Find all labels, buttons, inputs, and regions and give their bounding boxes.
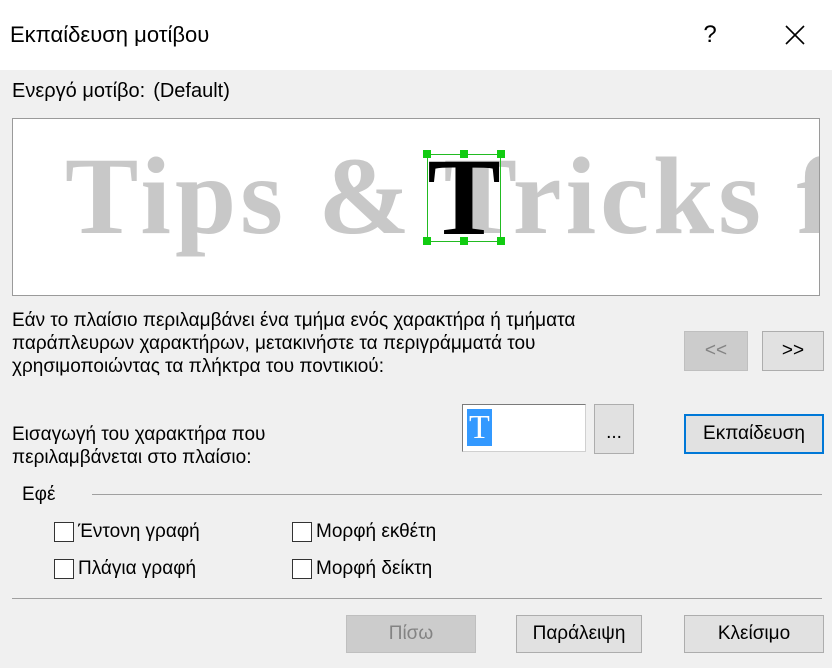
next-button[interactable]: >>	[762, 331, 824, 371]
resize-handle[interactable]	[423, 150, 431, 158]
checkbox-box[interactable]	[292, 522, 312, 542]
resize-handle[interactable]	[460, 150, 468, 158]
active-pattern: Ενεργό μοτίβο: (Default)	[12, 80, 230, 103]
browse-characters-button[interactable]: ...	[594, 404, 634, 454]
help-button[interactable]: ?	[688, 10, 732, 60]
close-icon	[785, 25, 805, 45]
char-entry-label-line2: περιλαμβάνεται στο πλαίσιο:	[12, 447, 252, 468]
subscript-checkbox-label: Μορφή δείκτη	[316, 558, 433, 579]
resize-handle[interactable]	[460, 237, 468, 245]
italic-checkbox-label: Πλάγια γραφή	[78, 558, 197, 579]
resize-handle[interactable]	[497, 150, 505, 158]
char-entry-label: Εισαγωγή του χαρακτήρα που περιλαμβάνετα…	[12, 423, 265, 469]
superscript-checkbox-label: Μορφή εκθέτη	[316, 521, 437, 542]
instructions-text: Εάν το πλαίσιο περιλαμβάνει ένα τμήμα εν…	[12, 310, 576, 377]
char-entry-label-line1: Εισαγωγή του χαρακτήρα που	[12, 424, 266, 445]
pattern-preview[interactable]: Tips & Tricks fo T	[12, 118, 820, 296]
pattern-training-dialog: Εκπαίδευση μοτίβου ? Ενεργό μοτίβο: (Defa…	[0, 0, 832, 668]
character-input-value: T	[467, 409, 492, 446]
italic-checkbox[interactable]: Πλάγια γραφή	[54, 558, 196, 580]
bold-checkbox-label: Έντονη γραφή	[78, 521, 200, 542]
subscript-checkbox[interactable]: Μορφή δείκτη	[292, 558, 432, 580]
skip-button[interactable]: Παράλειψη	[516, 615, 642, 653]
back-button[interactable]: Πίσω	[346, 615, 476, 653]
active-pattern-value: (Default)	[153, 80, 230, 102]
glyph-frame[interactable]	[427, 154, 501, 242]
effects-group-label: Εφέ	[22, 484, 56, 505]
checkbox-box[interactable]	[54, 559, 74, 579]
title-bar: Εκπαίδευση μοτίβου ?	[0, 0, 832, 70]
character-input[interactable]: T	[462, 404, 586, 452]
train-button[interactable]: Εκπαίδευση	[684, 414, 824, 454]
glyph-selection-box[interactable]: T	[423, 142, 505, 252]
resize-handle[interactable]	[423, 237, 431, 245]
active-pattern-label: Ενεργό μοτίβο:	[12, 80, 146, 102]
checkbox-box[interactable]	[292, 559, 312, 579]
bold-checkbox[interactable]: Έντονη γραφή	[54, 521, 200, 543]
superscript-checkbox[interactable]: Μορφή εκθέτη	[292, 521, 436, 543]
checkbox-box[interactable]	[54, 522, 74, 542]
close-button[interactable]	[770, 10, 820, 60]
footer-divider	[12, 598, 822, 599]
resize-handle[interactable]	[497, 237, 505, 245]
close-dialog-button[interactable]: Κλείσιμο	[684, 615, 824, 653]
effects-divider	[92, 494, 822, 495]
previous-button[interactable]: <<	[684, 331, 748, 371]
window-title: Εκπαίδευση μοτίβου	[10, 22, 210, 47]
